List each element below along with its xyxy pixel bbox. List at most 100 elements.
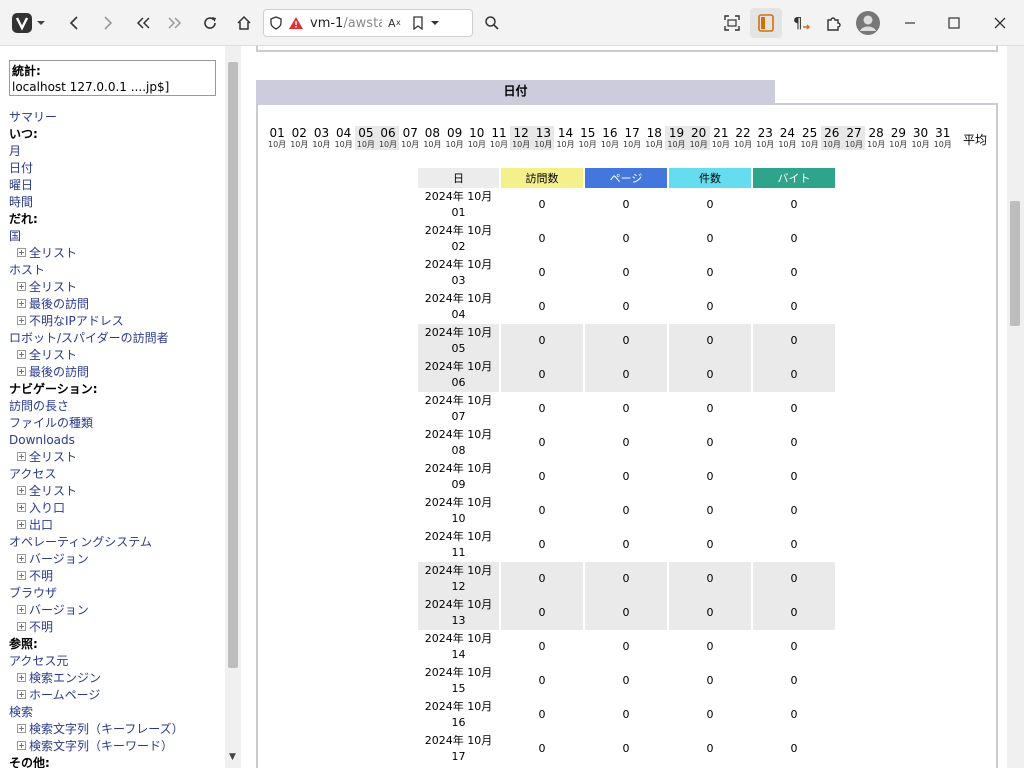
sidebar-subitem[interactable]: 検索エンジン [9,670,224,687]
back-button[interactable] [60,8,88,38]
month-label: 10月 [711,140,730,149]
section-title: 日付 [256,80,775,103]
sidebar-subitem[interactable]: バージョン [9,551,224,568]
sidebar-scrollbar[interactable]: ▼ [225,46,241,768]
month-label: 10月 [290,140,309,149]
month-label: 10月 [512,140,531,149]
day-number: 28 [868,126,884,140]
sidebar-item[interactable]: 月 [9,143,224,160]
date-day: 11 [451,546,466,559]
main-scroll-thumb[interactable] [1010,201,1020,326]
expand-plus-icon [17,520,26,529]
panel-toggle-button[interactable] [750,8,782,38]
table-row: 2024年 10月 15 0 0 0 0 [418,664,835,698]
scroll-down-arrow-icon[interactable]: ▼ [229,752,236,762]
sidebar-item[interactable]: ロボット/スパイダーの訪問者 [9,330,224,347]
sidebar-item[interactable]: 曜日 [9,177,224,194]
extensions-button[interactable] [820,8,848,38]
sidebar-item[interactable]: サマリー [9,109,224,126]
reload-button[interactable] [196,8,224,38]
forward-button[interactable] [94,8,122,38]
sidebar-item[interactable]: 訪問の長さ [9,398,224,415]
minimize-button[interactable] [896,8,924,38]
value-cell: 0 [753,562,835,596]
fast-forward-button[interactable] [160,8,190,38]
address-bar[interactable]: vm-1/awstats/av Ax [263,9,473,37]
sidebar-item[interactable]: 時間 [9,194,224,211]
sidebar-item-label: その他: [9,756,50,768]
bookmark-icon[interactable] [412,16,424,30]
vivaldi-menu-button[interactable] [8,8,48,38]
day-number: 27 [846,126,862,140]
value-cell: 0 [790,538,798,551]
table-row: 2024年 10月 11 0 0 0 0 [418,528,835,562]
day-label: 25 10月 [799,126,821,150]
reader-button[interactable]: ¶ [788,8,814,38]
sidebar-heading: その他: [9,755,224,768]
sidebar-subitem[interactable]: 全リスト [9,279,224,296]
value-cell: 0 [538,436,546,449]
warning-icon [289,17,303,29]
sidebar-item-label: ブラウザ [9,586,58,600]
sidebar-item[interactable]: 検索 [9,704,224,721]
sidebar-subitem[interactable]: 不明 [9,619,224,636]
month-label: 10月 [733,140,753,149]
day-label: 22 10月 [732,126,754,150]
date-day: 16 [451,716,466,729]
sidebar-subitem[interactable]: 最後の訪問 [9,296,224,313]
sidebar-item[interactable]: オペレーティングシステム [9,534,224,551]
sidebar-subitem[interactable]: 全リスト [9,347,224,364]
sidebar-subitem[interactable]: 全リスト [9,483,224,500]
date-month: 2024年 10月 [424,632,493,645]
rewind-button[interactable] [128,8,158,38]
sidebar-item-label: 不明 [29,620,54,634]
sidebar-subitem[interactable]: ホームページ [9,687,224,704]
sidebar-item[interactable]: 日付 [9,160,224,177]
date-cell: 2024年 10月 05 [418,324,499,358]
day-label: 15 10月 [577,126,599,150]
sidebar-item-label: ホームページ [29,688,101,702]
url-text[interactable]: vm-1/awstats/av [310,16,382,31]
sidebar-item[interactable]: Downloads [9,432,224,449]
sidebar-item[interactable]: アクセス [9,466,224,483]
close-button[interactable] [986,8,1014,38]
home-button[interactable] [230,8,258,38]
sidebar-item[interactable]: 国 [9,228,224,245]
translate-icon[interactable]: Ax [388,16,406,30]
sidebar-subitem[interactable]: 検索文字列（キーフレーズ） [9,721,224,738]
month-label: 10月 [667,140,686,149]
chevron-down-icon[interactable] [430,19,440,27]
sidebar-subitem[interactable]: 不明 [9,568,224,585]
sidebar-subitem[interactable]: 出口 [9,517,224,534]
sidebar-item-label: ナビゲーション: [9,382,98,396]
date-cell: 2024年 10月 04 [418,290,499,324]
sidebar-subitem[interactable]: 全リスト [9,245,224,262]
month-label: 10月 [645,140,664,149]
sidebar-item-label: 曜日 [9,178,34,192]
date-cell: 2024年 10月 16 [418,698,499,732]
column-header: 訪問数 [501,168,583,188]
sidebar-item[interactable]: ファイルの種類 [9,415,224,432]
sidebar-item-label: 検索文字列（キーフレーズ） [29,722,184,736]
sidebar-subitem[interactable]: 最後の訪問 [9,364,224,381]
sidebar-item[interactable]: ブラウザ [9,585,224,602]
sidebar-subitem[interactable]: 検索文字列（キーワード） [9,738,224,755]
capture-button[interactable] [718,8,746,38]
sidebar-subitem[interactable]: 不明なIPアドレス [9,313,224,330]
day-number: 09 [446,126,463,140]
main-scrollbar[interactable] [1007,46,1024,768]
day-number: 25 [801,126,818,140]
sidebar-subitem[interactable]: 全リスト [9,449,224,466]
svg-text:¶: ¶ [793,14,803,32]
maximize-button[interactable] [940,8,968,38]
sidebar-item[interactable]: ホスト [9,262,224,279]
sidebar-subitem[interactable]: バージョン [9,602,224,619]
sidebar-subitem[interactable]: 入り口 [9,500,224,517]
sidebar-item[interactable]: アクセス元 [9,653,224,670]
month-label: 10月 [756,140,775,149]
profile-button[interactable] [854,8,882,38]
value-cell: 0 [622,470,630,483]
sidebar-scroll-thumb[interactable] [228,62,238,668]
search-button[interactable] [480,8,504,38]
day-label: 02 10月 [288,126,310,150]
